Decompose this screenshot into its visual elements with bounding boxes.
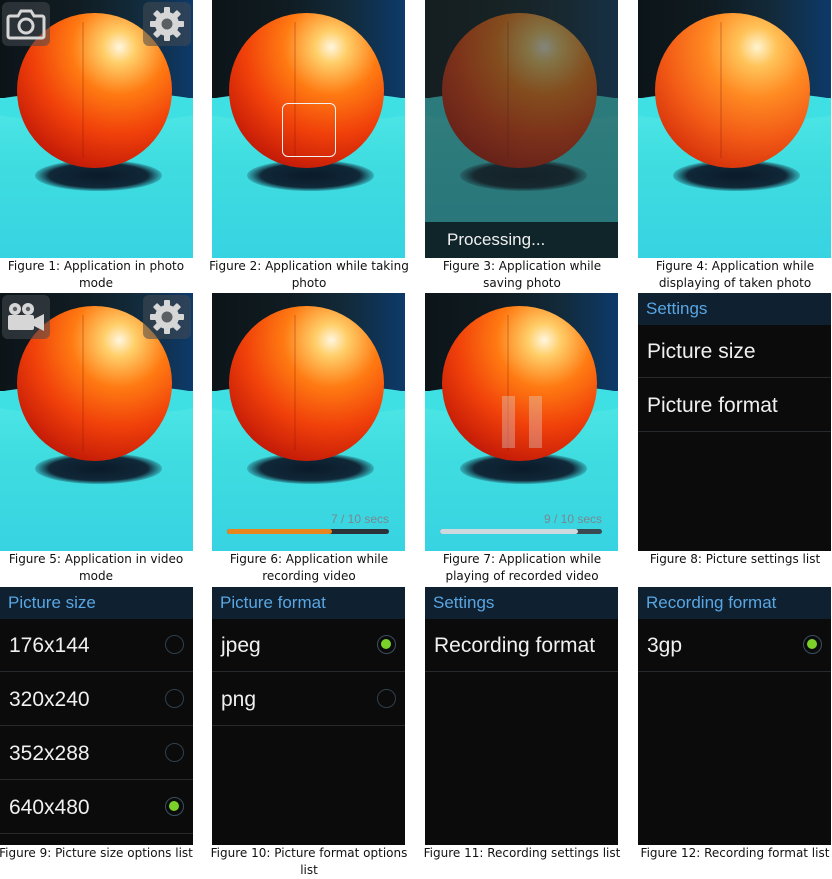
gear-icon[interactable] [143,2,191,46]
option-row[interactable]: 176x144 [0,619,193,672]
radio-button[interactable] [377,635,396,654]
video-camera-icon[interactable] [2,295,50,339]
list-header: Picture size [0,587,193,619]
settings-item-picture-size[interactable]: Picture size [638,325,831,378]
caption-figure-4: Figure 4: Application while displaying o… [655,259,815,290]
caption-figure-8: Figure 8: Picture settings list [649,552,821,566]
list-header: Settings [425,587,618,619]
option-row[interactable]: 352x288 [0,727,193,780]
caption-figure-7: Figure 7: Application while playing of r… [442,552,602,583]
radio-button[interactable] [165,689,184,708]
screen-taking-photo [212,0,405,258]
taken-photo [638,0,831,258]
screen-recording-video: 7 / 10 secs [212,293,405,551]
radio-button[interactable] [803,635,822,654]
option-row[interactable]: png [212,673,405,726]
option-label: 176x144 [9,634,90,657]
option-label: 352x288 [9,742,90,765]
list-header: Picture format [212,587,405,619]
option-label: jpeg [221,634,261,657]
radio-button[interactable] [165,635,184,654]
option-row[interactable]: 3gp [638,619,831,672]
screen-saving-photo: Processing... [425,0,618,258]
list-header: Settings [638,293,831,325]
option-label: 320x240 [9,688,90,711]
caption-figure-3: Figure 3: Application while saving photo [442,259,602,290]
gear-icon[interactable] [143,295,191,339]
screen-picture-size-options: Picture size 176x144 320x240 352x288 640… [0,587,193,845]
screen-playing-video: 9 / 10 secs [425,293,618,551]
radio-button[interactable] [165,797,184,816]
caption-figure-9: Figure 9: Picture size options list [0,846,193,860]
option-label: png [221,688,257,711]
option-row[interactable]: 320x240 [0,673,193,726]
option-row[interactable]: jpeg [212,619,405,672]
settings-item-recording-format[interactable]: Recording format [425,619,618,672]
focus-frame [282,103,336,157]
recording-progress-fill [227,529,333,534]
screen-picture-format-options: Picture format jpeg png [212,587,405,845]
pause-icon[interactable] [502,396,542,448]
screen-displaying-photo [638,0,831,258]
option-label: 3gp [647,634,683,657]
screen-recording-settings: Settings Recording format [425,587,618,845]
caption-figure-6: Figure 6: Application while recording vi… [229,552,389,583]
caption-figure-11: Figure 11: Recording settings list [423,846,621,860]
caption-figure-12: Figure 12: Recording format list [640,846,830,860]
caption-figure-1: Figure 1: Application in photo mode [7,259,185,290]
radio-button[interactable] [165,743,184,762]
settings-item-picture-format[interactable]: Picture format [638,379,831,432]
screen-picture-settings: Settings Picture size Picture format [638,293,831,551]
caption-figure-2: Figure 2: Application while taking photo [209,259,409,290]
playback-progress-fill [440,529,578,534]
recording-progress-bar [227,529,389,534]
option-row[interactable]: 640x480 [0,781,193,834]
option-label: 640x480 [9,796,90,819]
recording-time-label: 7 / 10 secs [330,512,389,526]
screen-video-mode [0,293,193,551]
radio-button[interactable] [377,689,396,708]
playback-time-label: 9 / 10 secs [543,512,602,526]
screen-recording-format-options: Recording format 3gp [638,587,831,845]
caption-figure-5: Figure 5: Application in video mode [8,552,184,583]
caption-figure-10: Figure 10: Picture format options list [210,846,408,877]
playback-progress-bar[interactable] [440,529,602,534]
list-header: Recording format [638,587,831,619]
screen-photo-mode [0,0,193,258]
processing-message: Processing... [425,222,618,258]
camera-icon[interactable] [2,2,50,46]
